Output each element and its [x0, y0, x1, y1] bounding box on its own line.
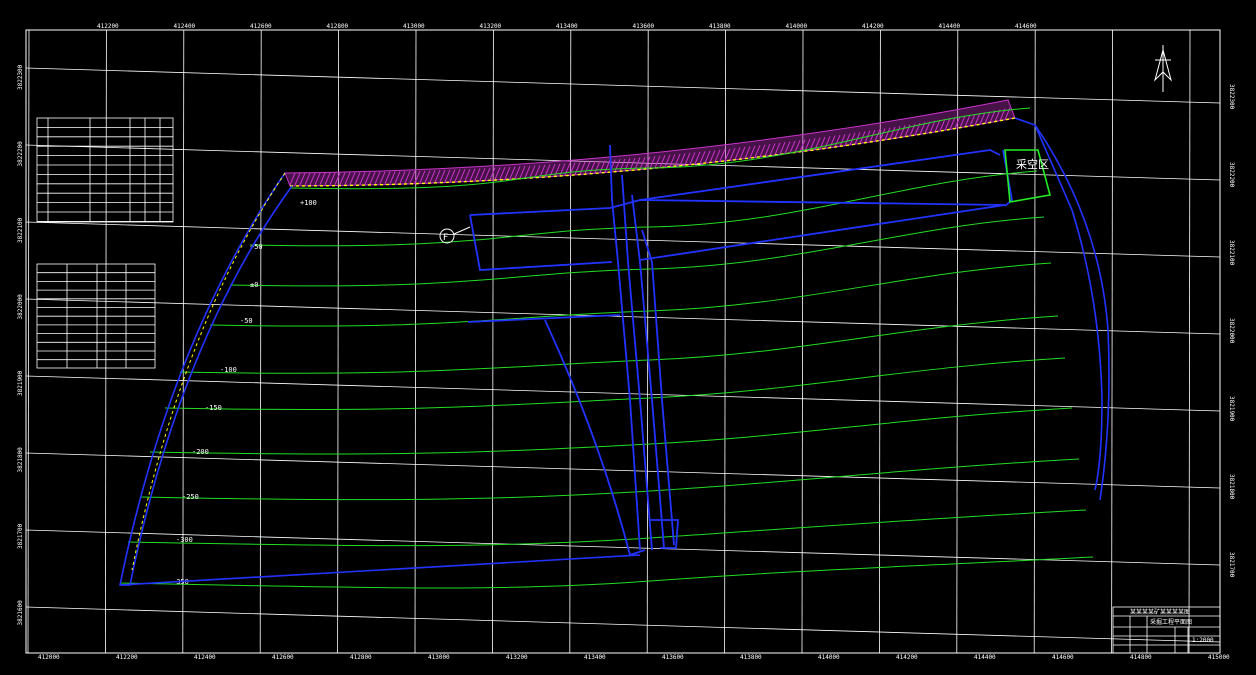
hatched-boundary-band [284, 99, 1016, 187]
left-coord-label: 3821900 [17, 370, 24, 396]
title-block-scale: 1:2000 [1192, 637, 1214, 644]
contour-label: -150 [205, 404, 222, 412]
right-coord-label: 3821800 [1228, 474, 1235, 500]
left-coord-label: 3822300 [17, 64, 24, 90]
left-coord-label: 3821800 [17, 447, 24, 473]
bottom-coord-label: 412200 [116, 654, 138, 661]
bottom-coord-label: 413400 [584, 654, 606, 661]
mining-area-boundary [119, 117, 1110, 586]
right-coord-label: 3821900 [1228, 396, 1235, 422]
bottom-coord-label: 412000 [38, 654, 60, 661]
right-coord-label: 3822200 [1228, 162, 1235, 188]
contour-label: -50 [240, 317, 253, 325]
right-coord-label: 3822300 [1228, 84, 1235, 110]
bottom-coord-label: 412600 [272, 654, 294, 661]
contour-label: ±0 [250, 281, 258, 289]
north-arrow-icon [1154, 45, 1172, 92]
top-coordinate-labels: 412200 412400 412600 412800 413000 413200 4134… [97, 23, 1037, 30]
title-block-drawing-name: 采掘工程平面图 [1150, 618, 1192, 626]
top-coord-label: 413400 [556, 23, 578, 30]
title-block-title: 某某某某矿某某某某图 [1130, 608, 1190, 616]
top-coord-label: 414600 [1015, 23, 1037, 30]
contour-label: -250 [182, 493, 199, 501]
top-coord-label: 414400 [939, 23, 961, 30]
contour-lines [119, 107, 1094, 589]
legend-table-1 [36, 117, 174, 223]
legend-table-2 [36, 263, 156, 369]
contour-label: -100 [220, 366, 237, 374]
contour-label: +100 [300, 199, 317, 207]
bottom-coord-label: 414800 [1130, 654, 1152, 661]
contour-label: -300 [176, 536, 193, 544]
bottom-coord-label: 415000 [1208, 654, 1230, 661]
bottom-coordinate-labels: 412000 412200 412400 412600 412800 413000 4132… [38, 654, 1230, 661]
bottom-coord-label: 414000 [818, 654, 840, 661]
bottom-coord-label: 414400 [974, 654, 996, 661]
fault-marker-label: F [443, 233, 448, 243]
top-coord-label: 414000 [786, 23, 808, 30]
bottom-coord-label: 413800 [740, 654, 762, 661]
top-coord-label: 412800 [327, 23, 349, 30]
roadways [467, 144, 1013, 557]
top-coord-label: 413800 [709, 23, 731, 30]
cad-drawing-canvas: 412200 412400 412600 412800 413000 413200 4134… [17, 23, 1235, 661]
top-coord-label: 412600 [250, 23, 272, 30]
left-coord-label: 3821700 [17, 523, 24, 549]
top-coord-label: 413600 [633, 23, 655, 30]
bottom-coord-label: 412400 [194, 654, 216, 661]
left-coord-label: 3821600 [17, 600, 24, 626]
left-coord-label: 3822200 [17, 141, 24, 167]
left-coord-label: 3822100 [17, 217, 24, 243]
top-coord-label: 412400 [174, 23, 196, 30]
bottom-coord-label: 413000 [428, 654, 450, 661]
right-coordinate-labels: 3822300 3822200 3822100 3822000 3821900 38218… [1228, 84, 1235, 578]
right-coord-label: 3822100 [1228, 240, 1235, 266]
top-coord-label: 412200 [97, 23, 119, 30]
left-coord-label: 3822000 [17, 294, 24, 320]
contour-labels: +100+50±0-50-100-150-200-250-300-350 [172, 199, 317, 586]
right-coord-label: 3822000 [1228, 318, 1235, 344]
goaf-zone-label: 采空区 [1016, 157, 1049, 171]
top-coord-label: 413000 [403, 23, 425, 30]
left-coordinate-labels: 3822300 3822200 3822100 3822000 3821900 38218… [17, 64, 24, 625]
top-coord-label: 414200 [862, 23, 884, 30]
bottom-coord-label: 414200 [896, 654, 918, 661]
top-coord-label: 413200 [480, 23, 502, 30]
bottom-coord-label: 414600 [1052, 654, 1074, 661]
contour-label: -200 [192, 448, 209, 456]
right-coord-label: 3821700 [1228, 552, 1235, 578]
bottom-coord-label: 412800 [350, 654, 372, 661]
bottom-coord-label: 413200 [506, 654, 528, 661]
bottom-coord-label: 413600 [662, 654, 684, 661]
